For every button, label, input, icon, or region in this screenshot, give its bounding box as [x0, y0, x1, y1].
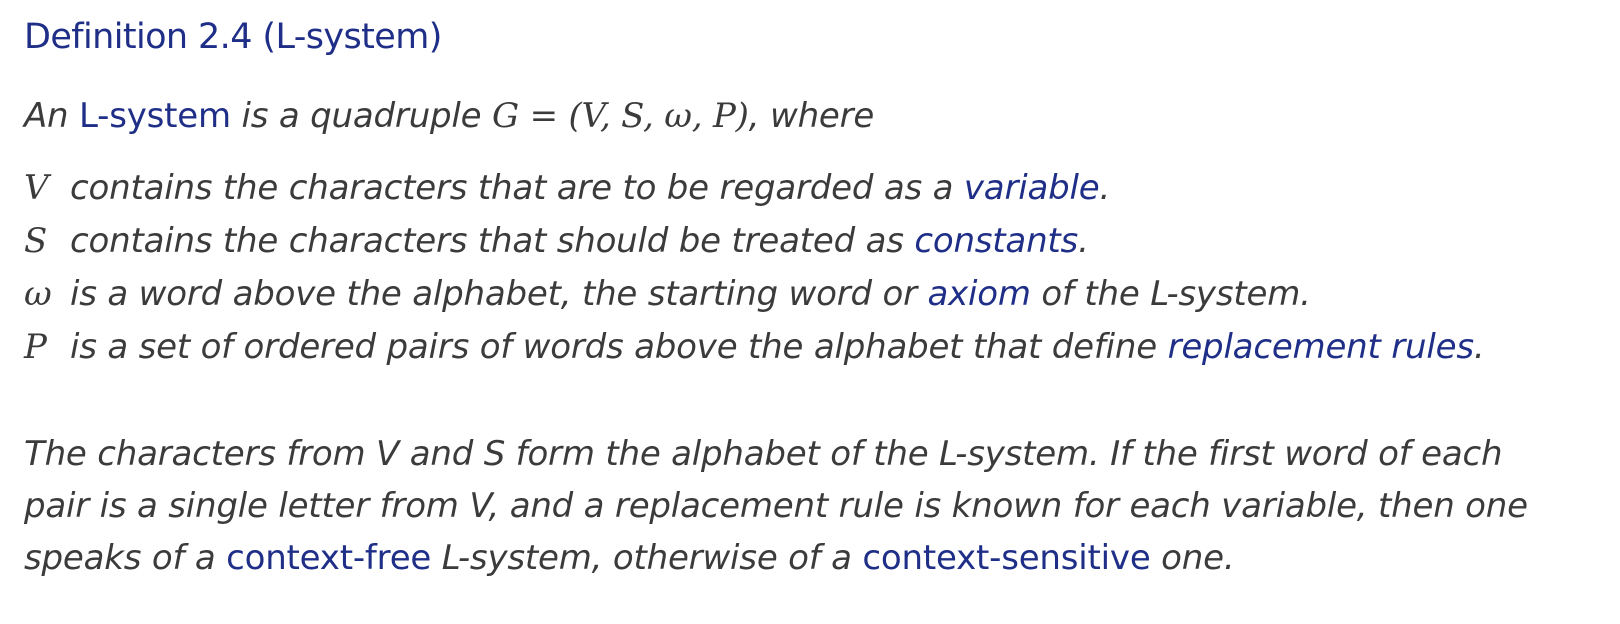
item-constants: Scontains the characters that should be …	[24, 217, 1089, 265]
item-symbol: V	[24, 168, 49, 208]
item-symbol: P	[24, 327, 47, 367]
item-variables: Vcontains the characters that are to be …	[24, 164, 1110, 212]
intro-suffix: , where	[748, 96, 875, 136]
keyword-axiom: axiom	[927, 274, 1032, 314]
item-text: contains the characters that are to be r…	[70, 168, 964, 208]
definition-title: Definition 2.4 (L-system)	[24, 17, 442, 57]
item-after: .	[1099, 168, 1111, 208]
item-after: .	[1473, 327, 1485, 367]
paragraph-middle: L-system, otherwise of a	[431, 538, 863, 578]
keyword-context-sensitive: context-sensitive	[862, 538, 1151, 578]
item-symbol: ω	[24, 274, 52, 314]
keyword-variable: variable	[963, 168, 1100, 208]
item-text: contains the characters that should be t…	[70, 221, 915, 261]
keyword-context-free: context-free	[226, 538, 432, 578]
intro-prefix: An	[24, 96, 80, 136]
keyword-constants: constants	[914, 221, 1079, 261]
item-after: .	[1078, 221, 1089, 261]
keyword-l-system: L-system	[79, 96, 231, 136]
paragraph-prefix: speaks of a	[24, 538, 227, 578]
item-rules: Pis a set of ordered pairs of words abov…	[24, 323, 1485, 371]
intro-middle: is a quadruple	[230, 96, 493, 136]
item-symbol: S	[24, 221, 48, 261]
intro-line: An L-system is a quadruple G = (V, S, ω,…	[24, 92, 874, 140]
quadruple-formula: G = (V, S, ω, P)	[492, 96, 749, 136]
keyword-replacement-rules: replacement rules	[1167, 327, 1475, 367]
item-axiom: ω is a word above the alphabet, the start…	[24, 270, 1311, 318]
item-after: of the L-system.	[1030, 274, 1311, 314]
paragraph-line-3: speaks of a context-free L-system, other…	[24, 534, 1235, 582]
paragraph-line-2: pair is a single letter from V, and a re…	[24, 486, 1528, 526]
paragraph-line-1: The characters from V and S form the alp…	[24, 434, 1503, 474]
paragraph-suffix: one.	[1150, 538, 1235, 578]
item-text: is a set of ordered pairs of words above…	[70, 327, 1168, 367]
item-text: is a word above the alphabet, the starti…	[70, 274, 928, 314]
